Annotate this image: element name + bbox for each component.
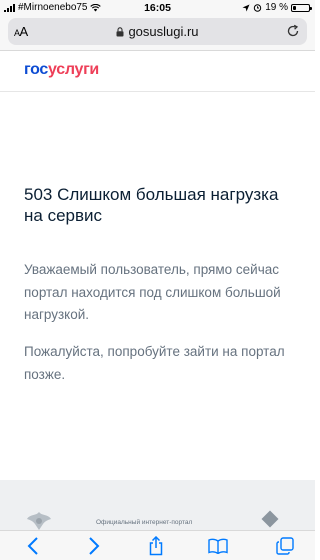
battery-icon: [291, 3, 312, 12]
status-bar: #Mirnoenebo75 16:05 19 %: [0, 0, 315, 16]
screen: #Mirnoenebo75 16:05 19 % AA gosuslugi.ru…: [0, 0, 315, 560]
browser-top-bar: #Mirnoenebo75 16:05 19 % AA gosuslugi.ru: [0, 0, 315, 51]
battery-fill: [293, 5, 296, 10]
coat-of-arms-icon: [27, 512, 51, 530]
share-icon[interactable]: [146, 536, 166, 556]
error-title: 503 Слишком большая нагрузка на сервис: [24, 185, 279, 225]
reload-icon[interactable]: [285, 23, 301, 39]
site-footer: Официальный интернет-портал: [0, 480, 315, 530]
bookmarks-icon[interactable]: [208, 536, 228, 556]
back-icon[interactable]: [23, 536, 43, 556]
forward-icon[interactable]: [84, 536, 104, 556]
footer-text: Официальный интернет-портал: [96, 519, 193, 526]
browser-toolbar: [0, 530, 315, 560]
retry-message: Пожалуйста, попробуйте зайти на портал п…: [24, 344, 285, 382]
status-right: 19 %: [242, 2, 312, 13]
url-text: gosuslugi.ru: [128, 24, 199, 39]
url-field[interactable]: gosuslugi.ru: [8, 24, 307, 39]
battery-percent: 19 %: [265, 2, 288, 13]
scroll-up-icon[interactable]: [261, 510, 279, 528]
site-header: госуслуги: [0, 51, 315, 92]
alarm-icon: [254, 4, 262, 12]
lock-icon: [116, 26, 124, 36]
error-message: Уважаемый пользователь, прямо сейчас пор…: [24, 262, 281, 322]
gosuslugi-logo[interactable]: госуслуги: [24, 61, 99, 79]
logo-part-gos: гос: [24, 61, 49, 78]
location-icon: [242, 4, 250, 11]
address-bar[interactable]: AA gosuslugi.ru: [8, 18, 307, 45]
logo-part-uslugi: услуги: [48, 61, 99, 78]
tabs-icon[interactable]: [275, 536, 295, 556]
